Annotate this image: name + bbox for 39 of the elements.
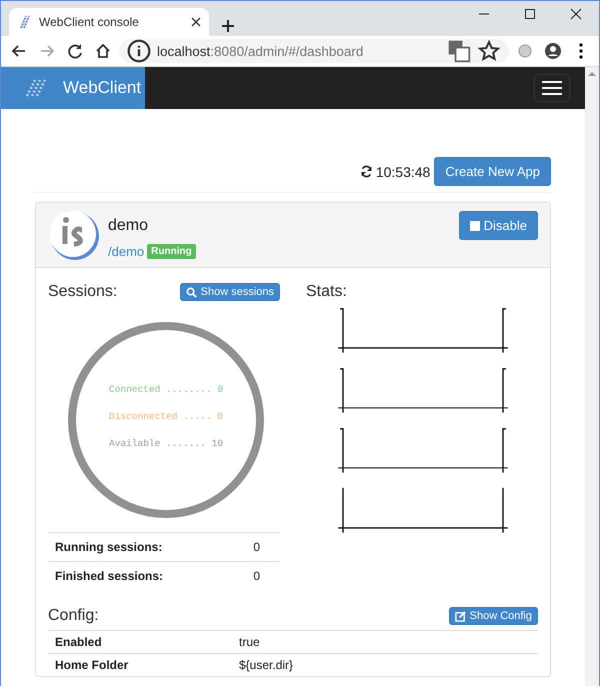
row-label: Enabled: [48, 630, 232, 654]
menu-icon[interactable]: [542, 81, 562, 95]
show-sessions-button[interactable]: Show sessions: [180, 283, 280, 301]
app-path-link[interactable]: /demo: [108, 244, 144, 259]
brand-logo[interactable]: WebClient: [1, 67, 145, 109]
stop-icon: [470, 220, 480, 230]
row-value: ${user.dir}: [232, 654, 538, 676]
stats-title: Stats:: [306, 283, 347, 301]
refresh-icon[interactable]: [360, 165, 373, 178]
disable-button[interactable]: Disable: [458, 211, 538, 240]
new-tab-icon[interactable]: [221, 19, 235, 33]
address-bar[interactable]: localhost:8080/admin/#/dashboard: [119, 39, 509, 63]
legend-item: Connected ........ 0: [109, 384, 224, 395]
row-label: Finished sessions:: [48, 562, 246, 590]
browser-tab[interactable]: WebClient console: [9, 8, 209, 36]
row-value: true: [232, 630, 538, 654]
time-label: 10:53:48: [376, 164, 430, 180]
app-name: demo: [108, 217, 150, 235]
edit-icon: [454, 610, 466, 622]
tab-title: WebClient console: [39, 15, 140, 29]
legend-item: Disconnected ..... 0: [109, 411, 224, 422]
app-logo-icon: [48, 209, 100, 261]
star-icon[interactable]: [477, 39, 501, 63]
row-value: 0: [246, 532, 280, 562]
sessions-title: Sessions:: [48, 283, 118, 301]
brand-name: WebClient: [63, 78, 142, 98]
legend-item: Available ....... 10: [109, 438, 224, 449]
show-config-button[interactable]: Show Config: [448, 607, 538, 625]
menu-button[interactable]: [534, 74, 570, 102]
config-title: Config:: [48, 607, 99, 625]
row-label: Home Folder: [48, 654, 232, 676]
info-icon[interactable]: [127, 39, 151, 63]
row-value: 0: [246, 562, 280, 590]
create-app-button[interactable]: Create New App: [434, 157, 551, 186]
favicon-icon: [17, 15, 31, 29]
row-label: Running sessions:: [48, 532, 246, 562]
search-icon: [186, 286, 197, 298]
status-badge: Running: [147, 244, 196, 259]
close-icon[interactable]: [191, 17, 201, 27]
